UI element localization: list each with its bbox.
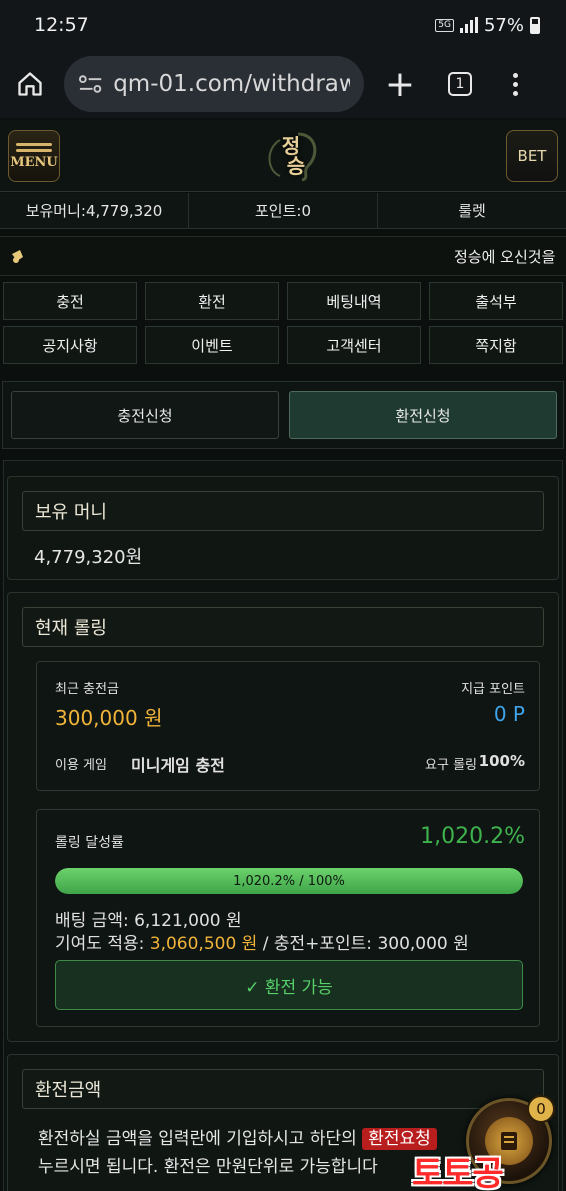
balance-bar: 보유머니:4,779,320 포인트:0 룰렛: [0, 193, 566, 229]
deposit-info-panel: 최근 충전금 300,000 원 지급 포인트 0 P 이용 게임 미니게임 충…: [36, 661, 540, 791]
rolling-progress-panel: 롤링 달성률 1,020.2% 1,020.2% / 100% 배팅 금액: 6…: [36, 809, 540, 1027]
tab-count: 1: [448, 72, 472, 96]
contribution-label: 기여도 적용:: [55, 934, 150, 954]
point-balance[interactable]: 포인트:0: [189, 193, 378, 228]
home-icon: [18, 72, 42, 96]
request-tabs: 충전신청 환전신청: [2, 381, 564, 449]
speaker-icon: [12, 250, 23, 263]
status-bar: 12:57 5G 57%: [0, 0, 566, 50]
nav-deposit[interactable]: 충전: [3, 282, 137, 320]
more-menu-icon[interactable]: [490, 54, 540, 114]
withdraw-content: 보유 머니 4,779,320원 현재 롤링 최근 충전금 300,000 원 …: [3, 460, 563, 1191]
desc-text: 환전하실 금액을 입력란에 기입하시고 하단의: [38, 1129, 357, 1149]
rolling-progress-bar: 1,020.2% / 100%: [55, 868, 523, 894]
network-icon: 5G: [435, 18, 454, 32]
notice-marquee: 정승에 오신것을: [0, 236, 566, 276]
withdraw-desc-line2: 누르시면 됩니다. 환전은 만원단위로 가능합니다: [38, 1157, 378, 1177]
nav-notice[interactable]: 공지사항: [3, 326, 137, 364]
nav-bet-history[interactable]: 베팅내역: [287, 282, 421, 320]
holdings-amount: 4,779,320원: [34, 547, 143, 568]
recent-deposit-value: 300,000 원: [55, 706, 163, 730]
nav-attendance[interactable]: 출석부: [429, 282, 563, 320]
main-nav: 충전 환전 베팅내역 출석부 공지사항 이벤트 고객센터 쪽지함: [0, 282, 566, 364]
bet-button[interactable]: BET: [506, 130, 558, 182]
menu-label: MENU: [10, 154, 58, 170]
marquee-text: 정승에 오신것을: [454, 247, 556, 266]
tab-switcher-button[interactable]: 1: [430, 54, 490, 114]
battery-icon: [530, 16, 540, 34]
menu-button[interactable]: MENU: [8, 130, 60, 182]
tab-withdraw-request[interactable]: 환전신청: [289, 391, 557, 439]
withdraw-amount-title: 환전금액: [22, 1069, 544, 1109]
logo-char-2: 승: [286, 154, 306, 178]
url-text: qm-01.com/withdraw: [113, 71, 350, 97]
holdings-card: 보유 머니 4,779,320원: [7, 476, 559, 580]
rate-value: 1,020.2%: [420, 824, 525, 849]
nav-support[interactable]: 고객센터: [287, 326, 421, 364]
signal-icon: [459, 17, 478, 33]
points-label: 지급 포인트: [461, 682, 525, 697]
home-button[interactable]: [0, 54, 60, 114]
game-value: 미니게임 충전: [131, 756, 225, 775]
nav-messages[interactable]: 쪽지함: [429, 326, 563, 364]
holdings-title: 보유 머니: [22, 491, 544, 531]
status-icons: 5G 57%: [435, 15, 540, 36]
rolling-card: 현재 롤링 최근 충전금 300,000 원 지급 포인트 0 P 이용 게임 …: [7, 592, 559, 1042]
site-header: MENU 정 승 BET: [0, 120, 566, 192]
nav-withdraw[interactable]: 환전: [145, 282, 279, 320]
withdraw-available-button[interactable]: ✓ 환전 가능: [55, 960, 523, 1010]
rolling-title: 현재 롤링: [22, 607, 544, 647]
address-bar[interactable]: qm-01.com/withdraw: [64, 56, 364, 112]
nav-event[interactable]: 이벤트: [145, 326, 279, 364]
tab-deposit-request[interactable]: 충전신청: [11, 391, 279, 439]
bet-amount: 배팅 금액: 6,121,000 원: [55, 911, 242, 931]
new-tab-button[interactable]: +: [370, 54, 430, 114]
site-logo[interactable]: 정 승: [258, 126, 324, 186]
contribution-tail: / 충전+포인트: 300,000 원: [257, 934, 469, 954]
site-settings-icon[interactable]: [78, 73, 103, 95]
browser-toolbar: qm-01.com/withdraw + 1: [0, 50, 566, 118]
rate-label: 롤링 달성률: [55, 835, 124, 851]
withdraw-desc-line1: 환전하실 금액을 입력란에 기입하시고 하단의 환전요청: [38, 1125, 437, 1153]
status-time: 12:57: [34, 14, 89, 36]
money-balance[interactable]: 보유머니:4,779,320: [0, 193, 189, 228]
contribution-line: 기여도 적용: 3,060,500 원 / 충전+포인트: 300,000 원: [55, 929, 469, 954]
battery-percent: 57%: [483, 14, 524, 36]
roulette-link[interactable]: 룰렛: [378, 193, 566, 228]
watermark-text: 토토공: [412, 1154, 504, 1191]
progress-text: 1,020.2% / 100%: [233, 873, 345, 889]
notification-badge: 0: [527, 1095, 555, 1123]
logo-char-1: 정: [281, 134, 301, 158]
points-value: 0 P: [493, 702, 525, 726]
required-rolling-value: 100%: [478, 752, 525, 770]
required-rolling-label: 요구 롤링: [425, 758, 477, 773]
contribution-value: 3,060,500 원: [149, 934, 258, 954]
recent-deposit-label: 최근 충전금: [55, 682, 119, 697]
hamburger-icon: [16, 142, 52, 152]
game-label: 이용 게임: [55, 758, 107, 773]
